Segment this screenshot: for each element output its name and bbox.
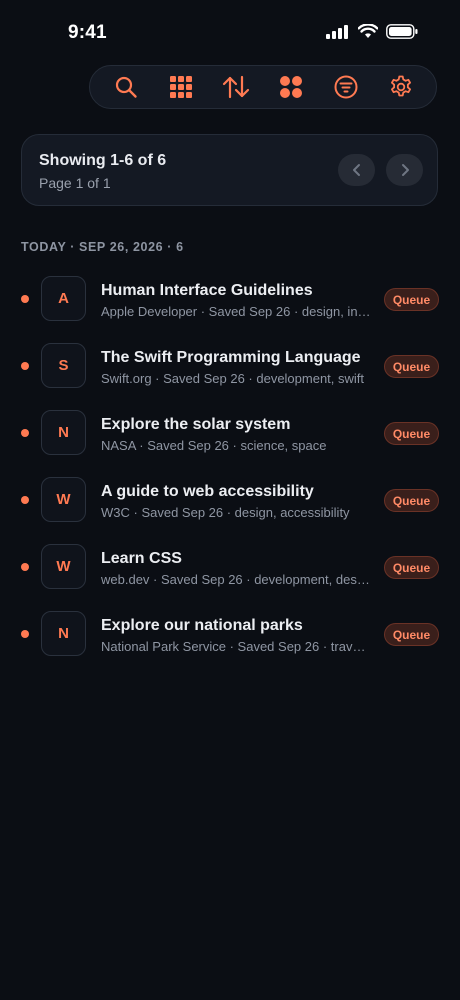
item-meta: NASA · Saved Sep 26 · science, space	[101, 438, 327, 453]
item-meta: National Park Service · Saved Sep 26 · t…	[101, 639, 371, 654]
site-avatar: S	[41, 343, 86, 388]
wifi-icon	[358, 24, 378, 38]
site-avatar: A	[41, 276, 86, 321]
next-page-button[interactable]	[386, 154, 423, 186]
queue-badge: Queue	[384, 623, 439, 646]
status-time: 9:41	[68, 22, 107, 43]
site-avatar: W	[41, 477, 86, 522]
grid-icon	[169, 76, 192, 98]
unread-dot	[21, 429, 29, 437]
item-title: A guide to web accessibility	[101, 483, 314, 500]
bookmark-list: A Human Interface Guidelines Apple Devel…	[0, 275, 460, 677]
gear-icon	[390, 75, 411, 97]
filter-icon	[334, 75, 357, 99]
list-item[interactable]: N Explore our national parks National Pa…	[0, 610, 460, 677]
layout-button[interactable]	[271, 67, 311, 107]
list-item[interactable]: A Human Interface Guidelines Apple Devel…	[0, 275, 460, 342]
item-meta: Apple Developer · Saved Sep 26 · design,…	[101, 304, 371, 319]
queue-badge: Queue	[384, 556, 439, 579]
item-meta: web.dev · Saved Sep 26 · development, de…	[101, 572, 371, 587]
item-meta: Swift.org · Saved Sep 26 · development, …	[101, 371, 365, 386]
item-title: The Swift Programming Language	[101, 349, 361, 366]
site-avatar: W	[41, 544, 86, 589]
queue-badge: Queue	[384, 489, 439, 512]
sort-button[interactable]	[216, 67, 256, 107]
unread-dot	[21, 563, 29, 571]
item-title: Explore our national parks	[101, 617, 303, 634]
list-item[interactable]: W Learn CSS web.dev · Saved Sep 26 · dev…	[0, 543, 460, 610]
item-title: Learn CSS	[101, 550, 182, 567]
search-button[interactable]	[106, 67, 146, 107]
signal-icon	[326, 24, 348, 39]
toolbar	[89, 65, 437, 109]
section-header: TODAY · SEP 26, 2026 · 6	[21, 240, 184, 254]
previous-page-button[interactable]	[338, 154, 375, 186]
search-icon	[115, 76, 137, 98]
pagination-title: Showing 1-6 of 6	[39, 152, 167, 169]
queue-badge: Queue	[384, 355, 439, 378]
queue-badge: Queue	[384, 288, 439, 311]
unread-dot	[21, 295, 29, 303]
grid-view-button[interactable]	[161, 67, 201, 107]
layout-icon	[279, 76, 302, 98]
unread-dot	[21, 362, 29, 370]
pagination-subtitle: Page 1 of 1	[39, 175, 111, 191]
item-meta: W3C · Saved Sep 26 · design, accessibili…	[101, 505, 350, 520]
chevron-left-icon	[352, 164, 360, 176]
list-item[interactable]: W A guide to web accessibility W3C · Sav…	[0, 476, 460, 543]
item-title: Explore the solar system	[101, 416, 291, 433]
list-item[interactable]: N Explore the solar system NASA · Saved …	[0, 409, 460, 476]
site-avatar: N	[41, 410, 86, 455]
pagination-card: Showing 1-6 of 6 Page 1 of 1	[21, 134, 438, 206]
status-icons	[326, 24, 418, 39]
unread-dot	[21, 630, 29, 638]
status-bar: 9:41	[0, 0, 460, 70]
battery-icon	[386, 24, 418, 39]
list-item[interactable]: S The Swift Programming Language Swift.o…	[0, 342, 460, 409]
sort-icon	[222, 75, 249, 99]
item-title: Human Interface Guidelines	[101, 282, 313, 299]
settings-button[interactable]	[381, 67, 421, 107]
chevron-right-icon	[401, 164, 409, 176]
site-avatar: N	[41, 611, 86, 656]
unread-dot	[21, 496, 29, 504]
queue-badge: Queue	[384, 422, 439, 445]
filter-button[interactable]	[326, 67, 366, 107]
